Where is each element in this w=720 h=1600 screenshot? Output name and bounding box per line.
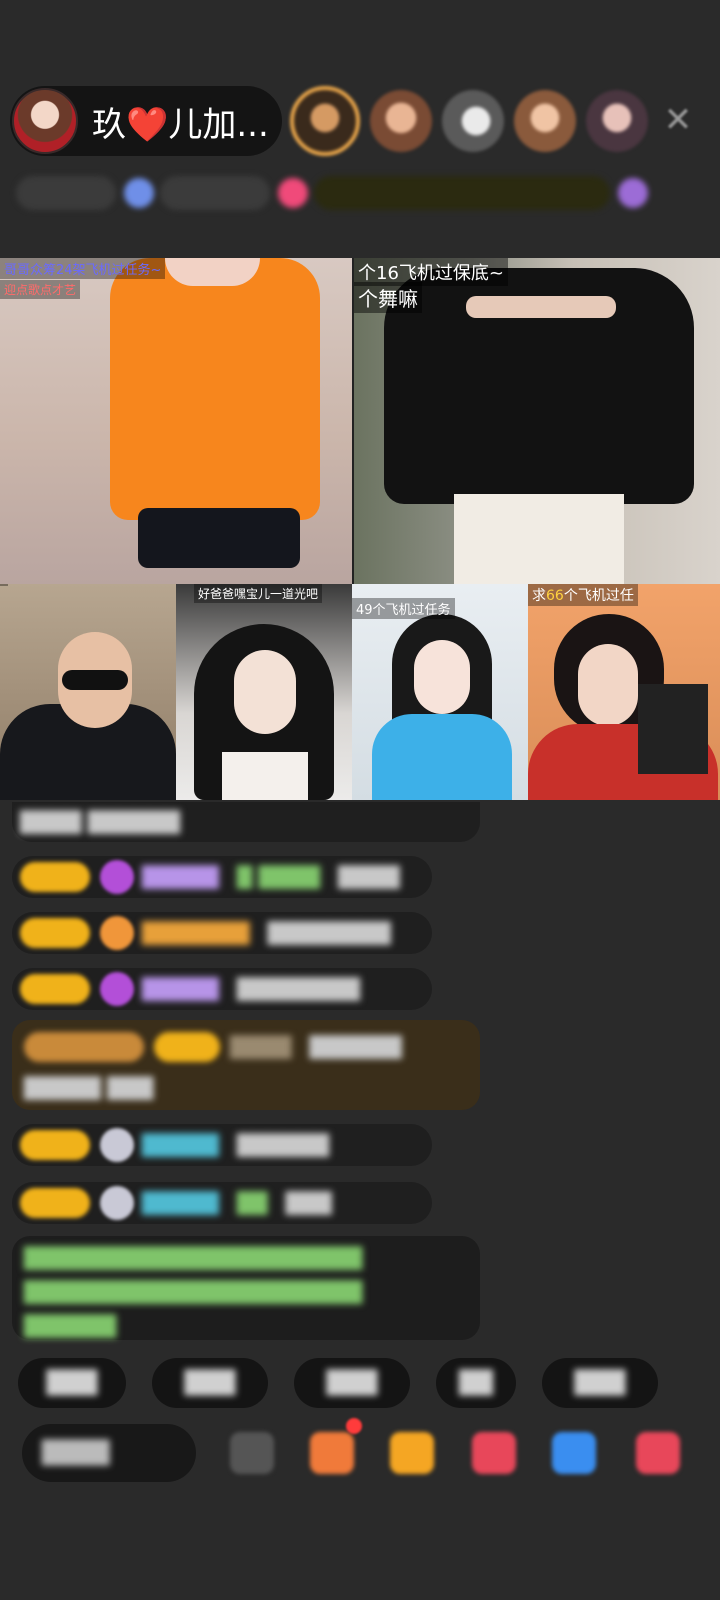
announcement-text: ██████: [24, 1314, 117, 1338]
announcement-card[interactable]: ██████████████████████ █████████████████…: [12, 1236, 480, 1340]
tile-caption: 迎点歌点才艺: [0, 280, 81, 299]
chat-username: █ ████: [236, 865, 321, 889]
quick-reply-chip[interactable]: ██: [436, 1358, 516, 1408]
info-icon: [278, 178, 308, 208]
level-badge: [20, 862, 90, 892]
quick-reply-chip[interactable]: ███: [18, 1358, 126, 1408]
system-message-card[interactable]: ████ ██████ █████ ███: [12, 1020, 480, 1110]
level-badge: [20, 1130, 90, 1160]
chat-username: █████: [142, 1133, 219, 1157]
game-icon[interactable]: [472, 1432, 516, 1474]
video-tile[interactable]: 求66个飞机过任: [528, 584, 720, 800]
person-figure: [138, 508, 300, 568]
chat-username: ███████: [142, 921, 250, 945]
person-figure: [222, 752, 308, 800]
viewer-avatar[interactable]: [370, 90, 432, 152]
tile-caption: 好爸爸嘿宝儿一道光吧: [194, 584, 323, 603]
chat-message[interactable]: █████ ██████: [12, 1124, 432, 1166]
chat-message[interactable]: ████ ██████: [12, 802, 480, 842]
tile-caption: 49个飞机过任务: [352, 598, 455, 619]
level-badge: [20, 1188, 90, 1218]
system-badge: [24, 1032, 144, 1062]
tile-caption: 哥哥众筹24架飞机过任务~: [0, 258, 166, 279]
viewer-avatar[interactable]: [290, 86, 360, 156]
person-figure: [454, 494, 624, 584]
person-figure: [110, 258, 320, 520]
person-figure: [372, 714, 512, 800]
tile-caption-prefix: 求: [532, 588, 546, 604]
level-badge: [20, 974, 90, 1004]
person-figure: [466, 296, 616, 318]
chat-username: █████: [142, 1191, 219, 1215]
video-grid: 哥哥众筹24架飞机过任务~ 迎点歌点才艺 个16飞机过保底~ 个舞嘛 好爸爸嘿宝…: [0, 258, 720, 800]
viewer-avatar[interactable]: [586, 90, 648, 152]
announcement-text: ██████████████████████: [24, 1280, 363, 1304]
chat-text: ████████: [267, 921, 391, 945]
room-info-row: [16, 170, 688, 216]
chat-message[interactable]: █████ ██ ███: [12, 1182, 432, 1224]
person-figure: [414, 640, 470, 714]
emoji-icon[interactable]: [230, 1432, 274, 1474]
gift-icon[interactable]: [390, 1432, 434, 1474]
info-icon: [124, 178, 154, 208]
info-icon: [618, 178, 648, 208]
announcement-text: ██████████████████████: [24, 1246, 363, 1270]
chat-text: ██: [236, 1191, 268, 1215]
chat-text: ████ ██████: [20, 810, 181, 834]
host-avatar[interactable]: [12, 88, 78, 154]
gem-icon: [100, 972, 134, 1006]
tile-caption-suffix: 个飞机过任: [563, 588, 634, 604]
chat-username: █████: [142, 977, 219, 1001]
person-figure: [578, 644, 638, 726]
info-chip[interactable]: [160, 176, 270, 210]
notification-dot: [346, 1418, 362, 1434]
person-figure: [638, 684, 708, 774]
close-icon[interactable]: ✕: [658, 100, 698, 140]
person-figure: [62, 670, 128, 690]
viewer-avatar-list: [290, 84, 658, 158]
host-info-pill[interactable]: 玖❤️儿加...: [10, 86, 282, 156]
tile-caption: 求66个飞机过任: [528, 584, 638, 606]
gem-icon: [100, 860, 134, 894]
video-tile[interactable]: 49个飞机过任务: [352, 584, 528, 800]
gift-box-icon[interactable]: [310, 1432, 354, 1474]
viewer-avatar[interactable]: [514, 90, 576, 152]
chat-text: ████: [338, 865, 400, 889]
chat-username: █████: [142, 865, 219, 889]
chat-message[interactable]: █████ █ ████ ████: [12, 856, 432, 898]
info-chip[interactable]: [314, 176, 610, 210]
chat-text: █████ ███: [24, 1076, 154, 1100]
avatar-icon: [100, 1186, 134, 1220]
chat-message[interactable]: █████ ████████: [12, 968, 432, 1010]
quick-reply-row: ███ ███ ███ ██ ███: [18, 1358, 720, 1410]
video-tile[interactable]: 好爸爸嘿宝儿一道光吧: [176, 584, 352, 800]
gem-icon: [100, 916, 134, 950]
quick-reply-chip[interactable]: ███: [152, 1358, 268, 1408]
chat-input[interactable]: ████: [22, 1424, 196, 1482]
chat-message[interactable]: ███████ ████████: [12, 912, 432, 954]
chat-text: ███: [285, 1191, 332, 1215]
chat-text: ██████: [236, 1133, 330, 1157]
chat-text: ████████: [236, 977, 360, 1001]
info-chip[interactable]: [16, 176, 116, 210]
quick-reply-chip[interactable]: ███: [542, 1358, 658, 1408]
tile-caption: [0, 584, 8, 586]
person-figure: [234, 650, 296, 734]
more-icon[interactable]: [636, 1432, 680, 1474]
video-tile[interactable]: [0, 584, 176, 800]
tile-caption-number: 66: [546, 588, 564, 604]
system-badge: [154, 1032, 220, 1062]
video-tile[interactable]: 个16飞机过保底~ 个舞嘛: [354, 258, 720, 584]
chat-text: ██████: [309, 1035, 402, 1059]
viewer-avatar[interactable]: [442, 90, 504, 152]
tile-caption: 个舞嘛: [354, 282, 422, 313]
chat-bubble-icon[interactable]: [552, 1432, 596, 1474]
avatar-icon: [100, 1128, 134, 1162]
chat-text: ████: [230, 1035, 292, 1059]
video-tile[interactable]: 哥哥众筹24架飞机过任务~ 迎点歌点才艺: [0, 258, 352, 584]
quick-reply-chip[interactable]: ███: [294, 1358, 410, 1408]
level-badge: [20, 918, 90, 948]
host-name: 玖❤️儿加...: [92, 104, 269, 145]
person-figure: [165, 258, 260, 286]
